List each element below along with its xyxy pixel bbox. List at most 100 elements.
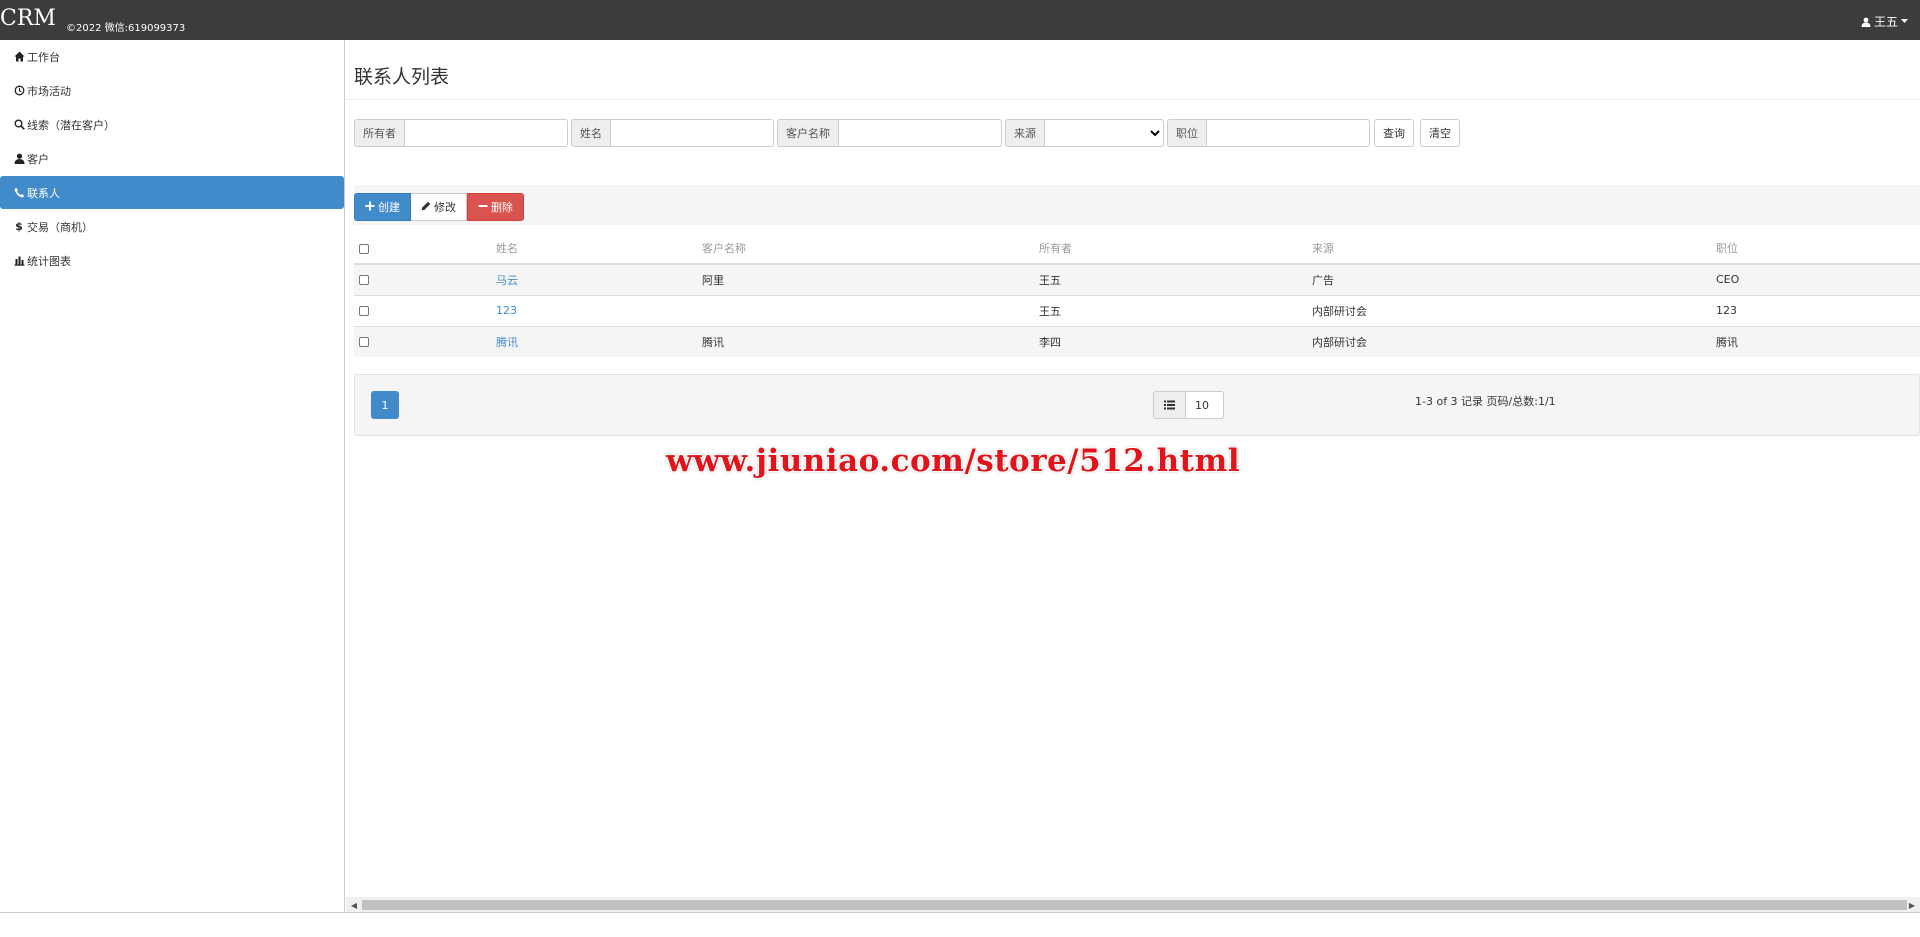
clear-button[interactable]: 清空 [1420,119,1460,147]
select-all-checkbox[interactable] [359,243,369,254]
contact-name-link[interactable]: 腾讯 [496,336,518,349]
action-toolbar: 创建 修改 删除 [354,185,1920,225]
time-icon [13,85,25,97]
name-cell: 马云 [496,263,702,295]
position-cell: 123 [1716,294,1920,326]
source-select[interactable] [1044,119,1164,147]
customer-label: 客户名称 [777,119,838,147]
page-size-input[interactable]: 10 [1186,391,1224,419]
sidebar-item-transactions[interactable]: $ 交易（商机） [0,210,344,243]
sidebar-item-label: 工作台 [27,50,60,64]
scroll-left-arrow-icon[interactable]: ◀ [349,900,359,910]
column-header-owner: 所有者 [1039,233,1312,265]
position-cell: 腾讯 [1716,325,1920,357]
row-checkbox[interactable] [359,337,369,348]
contact-name-link[interactable]: 马云 [496,274,518,287]
source-field: 来源 [1005,119,1164,147]
title-divider [346,99,1920,100]
sidebar-item-contacts[interactable]: 联系人 [0,176,344,209]
sidebar-item-label: 统计图表 [27,254,71,268]
brand-logo[interactable]: CRM [0,6,56,31]
sidebar-item-charts[interactable]: 统计图表 [0,244,344,277]
table-row: 123 王五 内部研讨会 123 [354,294,1920,326]
bottom-divider [0,912,1920,913]
create-button[interactable]: 创建 [354,193,411,221]
scrollbar-thumb[interactable] [362,900,1907,910]
row-checkbox[interactable] [359,275,369,286]
customer-input[interactable] [838,119,1002,147]
sidebar-item-label: 联系人 [27,186,60,200]
page-size-control: 10 [1153,391,1224,419]
contact-name-link[interactable]: 123 [496,304,517,317]
owner-cell: 王五 [1039,263,1312,295]
sidebar-item-customers[interactable]: 客户 [0,142,344,175]
table-header-row: 姓名 客户名称 所有者 来源 职位 [354,233,1920,265]
position-cell: CEO [1716,263,1920,295]
plus-icon [365,201,375,214]
select-all-cell [354,233,496,265]
name-label: 姓名 [571,119,610,147]
chart-icon [13,255,25,267]
customer-cell [702,294,1039,326]
source-label: 来源 [1005,119,1044,147]
customer-cell: 阿里 [702,263,1039,295]
pagination-bar: 1 10 1-3 of 3 记录 页码/总数:1/1 [354,374,1920,436]
phone-icon [13,187,25,199]
source-cell: 广告 [1312,263,1716,295]
search-form: 所有者 姓名 客户名称 来源 职位 查询 清空 [354,119,1465,147]
minus-icon [478,201,488,214]
sidebar-item-label: 交易（商机） [27,220,93,234]
owner-cell: 李四 [1039,325,1312,357]
delete-button[interactable]: 删除 [467,193,524,221]
customer-field: 客户名称 [777,119,1002,147]
edit-button[interactable]: 修改 [411,193,467,221]
caret-down-icon [1901,19,1908,24]
sidebar: 工作台 市场活动 线索（潜在客户） 客户 联系人 $ 交易（商机） 统计图表 [0,40,345,912]
user-menu[interactable]: 王五 [1861,13,1908,30]
table-row: 腾讯 腾讯 李四 内部研讨会 腾讯 [354,325,1920,357]
sidebar-item-label: 市场活动 [27,84,71,98]
search-icon [13,119,25,131]
action-button-group: 创建 修改 删除 [354,193,524,221]
horizontal-scrollbar[interactable]: ◀ ▶ [346,897,1920,912]
pagination-info: 1-3 of 3 记录 页码/总数:1/1 [1415,395,1556,408]
column-header-source: 来源 [1312,233,1716,265]
delete-label: 删除 [491,201,513,214]
page-title: 联系人列表 [354,66,450,88]
dollar-icon: $ [15,220,23,233]
name-input[interactable] [610,119,774,147]
sidebar-item-label: 客户 [27,152,49,166]
source-cell: 内部研讨会 [1312,294,1716,326]
main-content: 联系人列表 所有者 姓名 客户名称 来源 职位 查询 清空 创建 修改 删除 姓… [346,40,1920,912]
edit-label: 修改 [434,201,456,214]
customer-cell: 腾讯 [702,325,1039,357]
row-checkbox[interactable] [359,306,369,316]
sidebar-item-activities[interactable]: 市场活动 [0,74,344,107]
contacts-table: 姓名 客户名称 所有者 来源 职位 马云 阿里 王五 广告 CEO 123 王五 [354,233,1920,357]
watermark-text: www.jiuniao.com/store/512.html [666,443,1241,479]
copyright-text: ©2022 微信:619099373 [66,23,186,34]
scroll-right-arrow-icon[interactable]: ▶ [1907,900,1917,910]
user-name: 王五 [1873,15,1898,29]
column-header-name: 姓名 [496,233,702,265]
name-cell: 123 [496,294,702,326]
source-cell: 内部研讨会 [1312,325,1716,357]
row-select-cell [354,263,496,295]
column-header-customer: 客户名称 [702,233,1039,265]
list-icon[interactable] [1153,391,1186,419]
owner-input[interactable] [404,119,568,147]
query-button[interactable]: 查询 [1374,119,1414,147]
page-button-current[interactable]: 1 [371,391,399,419]
position-field: 职位 [1167,119,1370,147]
position-input[interactable] [1206,119,1370,147]
row-select-cell [354,325,496,357]
sidebar-item-clues[interactable]: 线索（潜在客户） [0,108,344,141]
sidebar-item-label: 线索（潜在客户） [27,118,115,132]
sidebar-item-workbench[interactable]: 工作台 [0,40,344,73]
user-icon [13,153,25,165]
row-select-cell [354,294,496,326]
column-header-position: 职位 [1716,233,1920,265]
create-label: 创建 [378,201,400,214]
name-cell: 腾讯 [496,325,702,357]
home-icon [13,51,25,63]
